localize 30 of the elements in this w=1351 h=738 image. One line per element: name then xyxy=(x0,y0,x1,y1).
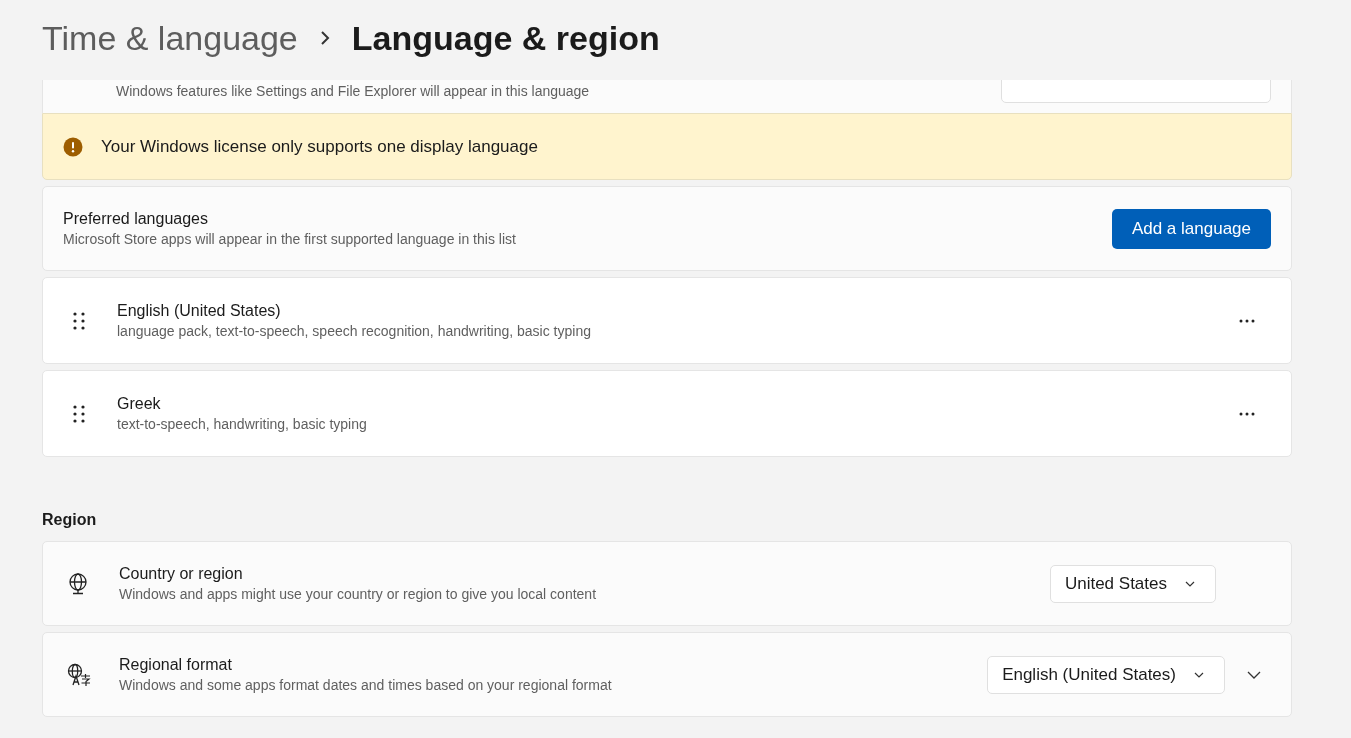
language-row[interactable]: Greek text-to-speech, handwriting, basic typing xyxy=(42,370,1292,457)
drag-handle-icon xyxy=(73,310,85,331)
add-language-button[interactable]: Add a language xyxy=(1111,208,1271,249)
language-features: language pack, text-to-speech, speech recognition, handwriting, basic typing xyxy=(117,323,592,339)
chevron-down-icon xyxy=(1247,670,1261,679)
dropdown[interactable]: United States xyxy=(1049,564,1216,603)
language-features: text-to-speech, handwriting, basic typing xyxy=(117,416,368,432)
chevron-down-icon xyxy=(1194,671,1204,678)
language-name: Greek xyxy=(117,395,162,413)
page-title: Language & region xyxy=(351,18,660,58)
more-icon xyxy=(1239,318,1255,323)
language-icon xyxy=(67,662,91,687)
language-row[interactable]: English (United States) language pack, text-to-speech, speech recognition, handwriting, basic typing xyxy=(42,277,1292,364)
breadcrumb-link[interactable]: Time & language xyxy=(42,18,298,58)
setting-description: Windows and apps might use your country or region to give you local content xyxy=(119,586,598,602)
drag-handle-icon xyxy=(73,403,85,424)
setting-title: Regional format xyxy=(119,656,233,674)
warning-message: Your Windows license only supports one display language xyxy=(101,136,538,157)
setting-title: Preferred languages xyxy=(63,210,209,228)
chevron-right-icon xyxy=(319,30,330,46)
setting-title: Country or region xyxy=(119,565,244,583)
warning-icon xyxy=(63,136,83,157)
setting-description: Windows and some apps format dates and times based on your regional format xyxy=(119,677,613,693)
more-icon xyxy=(1239,411,1255,416)
chevron-down-icon xyxy=(1185,580,1195,587)
language-name: English (United States) xyxy=(117,302,282,320)
setting-description: Windows features like Settings and File Explorer will appear in this language xyxy=(116,83,591,99)
dropdown[interactable]: English (United States) xyxy=(987,655,1225,694)
section-heading: Region xyxy=(42,511,98,529)
setting-description: Microsoft Store apps will appear in the first supported language in this list xyxy=(63,231,517,247)
